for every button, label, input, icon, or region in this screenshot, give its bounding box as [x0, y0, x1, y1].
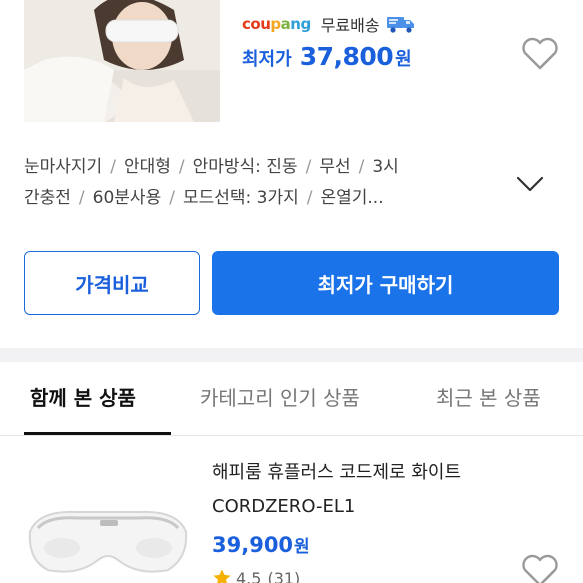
related-product-price: 39,900 원	[212, 532, 310, 557]
specs-line-1: 눈마사지기 / 안대형 / 안마방식: 진동 / 무선/3시	[24, 157, 399, 177]
lowest-price: 최저가 37,800 원	[242, 42, 412, 76]
truck-icon	[386, 17, 414, 33]
rating-value: 4.5	[236, 568, 262, 583]
product-specs: 눈마사지기 / 안대형 / 안마방식: 진동 / 무선/3시 간충전/60분사용 / 모드선택:…	[24, 152, 494, 214]
spec-item: 60분사용	[92, 188, 162, 208]
spec-item: 온열기...	[320, 188, 384, 208]
price-unit: 원	[395, 49, 412, 70]
related-product-rating: 4.5 (31)	[212, 568, 300, 583]
related-price-unit: 원	[294, 537, 310, 557]
star-icon	[213, 569, 231, 583]
price-prefix: 최저가	[242, 49, 292, 70]
tab-viewed-together[interactable]: 함께 본 상품	[30, 382, 136, 411]
heart-icon[interactable]	[519, 551, 561, 583]
buy-lowest-price-button[interactable]: 최저가 구매하기	[212, 251, 559, 315]
tab-category-popular[interactable]: 카테고리 인기 상품	[200, 382, 360, 411]
spec-item: 안대형	[123, 157, 171, 177]
specs-line-2: 간충전/60분사용 / 모드선택: 3가지 / 온열기...	[24, 188, 384, 208]
recommendation-tabs: 함께 본 상품 카테고리 인기 상품 최근 본 상품	[0, 362, 583, 436]
related-product-image[interactable]	[18, 480, 198, 583]
price-compare-button[interactable]: 가격비교	[24, 251, 200, 315]
price-value: 37,800	[299, 42, 394, 71]
spec-item: 모드선택: 3가지	[182, 188, 299, 208]
spec-item: 무선	[319, 157, 351, 177]
spec-item: 간충전	[24, 188, 71, 208]
chevron-down-icon[interactable]	[512, 170, 548, 196]
related-product-title[interactable]: 해피룸 휴플러스 코드제로 화이트 CORDZERO-EL1	[212, 456, 562, 524]
product-thumbnail[interactable]	[24, 0, 220, 122]
coupang-logo: coupang	[242, 15, 311, 33]
active-tab-indicator	[24, 432, 171, 435]
free-shipping-label: 무료배송	[320, 16, 380, 35]
spec-item: 안마방식: 진동	[192, 157, 298, 177]
review-count: (31)	[267, 568, 301, 583]
heart-icon[interactable]	[519, 34, 561, 74]
section-divider	[0, 348, 583, 362]
related-price-value: 39,900	[212, 533, 294, 557]
tab-recently-viewed[interactable]: 최근 본 상품	[436, 382, 541, 411]
spec-item: 눈마사지기	[24, 157, 103, 177]
seller-row: coupang 무료배송	[242, 12, 416, 36]
spec-item: 3시	[372, 157, 399, 177]
